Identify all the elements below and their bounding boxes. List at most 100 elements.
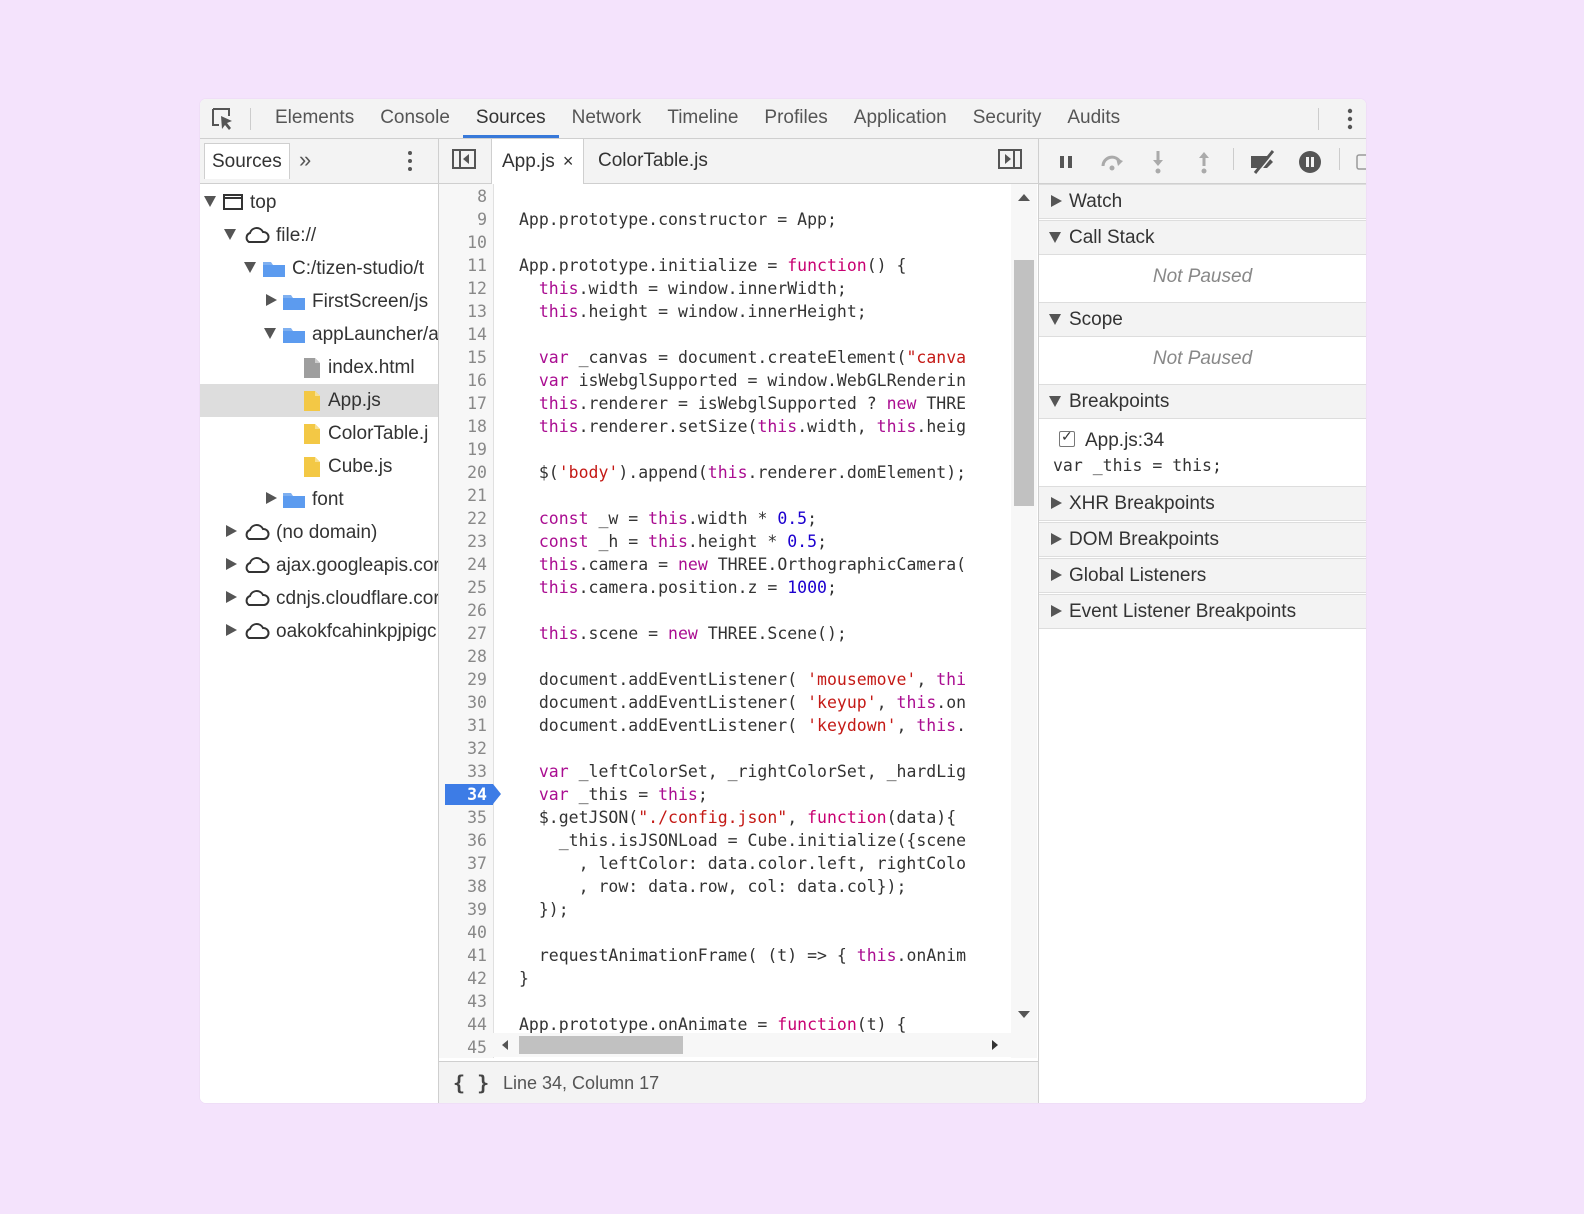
collapsed-triangle-icon[interactable] (226, 525, 237, 537)
line-number[interactable]: 22 (439, 507, 487, 530)
section-event-listener-breakpoints[interactable]: Event Listener Breakpoints (1039, 594, 1366, 629)
pretty-print-button[interactable]: { } (453, 1071, 489, 1095)
vertical-scroll-thumb[interactable] (1014, 260, 1034, 506)
collapsed-triangle-icon[interactable] (266, 492, 277, 504)
file-tab[interactable]: ColorTable.js (588, 139, 718, 183)
line-number[interactable]: 15 (439, 346, 487, 369)
line-number[interactable]: 10 (439, 231, 487, 254)
navigator-menu-icon[interactable] (405, 150, 415, 172)
section-global-listeners[interactable]: Global Listeners (1039, 558, 1366, 593)
step-into-icon[interactable] (1145, 149, 1171, 175)
breakpoint-checkbox[interactable] (1059, 428, 1075, 447)
step-over-icon[interactable] (1099, 149, 1125, 175)
section-call-stack[interactable]: Call Stack (1039, 220, 1366, 255)
toggle-debugger-button[interactable] (998, 149, 1022, 169)
tree-item[interactable]: top (200, 186, 438, 219)
scroll-up-arrow-icon[interactable] (1011, 190, 1037, 210)
line-number[interactable]: 20 (439, 461, 487, 484)
expanded-triangle-icon[interactable] (224, 229, 236, 240)
file-tab[interactable]: App.js × (491, 139, 585, 184)
navigator-tab-sources[interactable]: Sources (204, 143, 290, 179)
line-number[interactable]: 36 (439, 829, 487, 852)
tree-item[interactable]: (no domain) (200, 516, 438, 549)
tab-application[interactable]: Application (841, 99, 960, 138)
expanded-triangle-icon[interactable] (1049, 314, 1061, 325)
tree-item[interactable]: C:/tizen-studio/t (200, 252, 438, 285)
line-number[interactable]: 26 (439, 599, 487, 622)
line-number[interactable]: 11 (439, 254, 487, 277)
tab-elements[interactable]: Elements (262, 99, 367, 138)
tab-console[interactable]: Console (367, 99, 463, 138)
tab-network[interactable]: Network (559, 99, 655, 138)
line-number[interactable]: 29 (439, 668, 487, 691)
line-number[interactable]: 12 (439, 277, 487, 300)
code-view[interactable]: 8 9 10 11 12 13 14 15 16 17 18 19 20 21 22 23 24 25 26 27 28… (439, 184, 1011, 1058)
tree-item[interactable]: ColorTable.j (200, 417, 438, 450)
line-number[interactable]: 13 (439, 300, 487, 323)
line-number[interactable]: 45 (439, 1036, 487, 1058)
section-scope[interactable]: Scope (1039, 302, 1366, 337)
line-number[interactable]: 33 (439, 760, 487, 783)
line-number[interactable]: 37 (439, 852, 487, 875)
line-number[interactable]: 24 (439, 553, 487, 576)
line-number[interactable]: 35 (439, 806, 487, 829)
line-number[interactable]: 32 (439, 737, 487, 760)
line-number[interactable]: 25 (439, 576, 487, 599)
tree-item[interactable]: ajax.googleapis.cor (200, 549, 438, 582)
line-number[interactable]: 21 (439, 484, 487, 507)
collapsed-triangle-icon[interactable] (1051, 569, 1062, 581)
horizontal-scroll-thumb[interactable] (519, 1036, 683, 1054)
line-number[interactable]: 28 (439, 645, 487, 668)
close-tab-icon[interactable]: × (563, 151, 574, 171)
section-dom-breakpoints[interactable]: DOM Breakpoints (1039, 522, 1366, 557)
tab-security[interactable]: Security (960, 99, 1055, 138)
expanded-triangle-icon[interactable] (244, 262, 256, 273)
collapsed-triangle-icon[interactable] (1051, 497, 1062, 509)
scroll-right-arrow-icon[interactable] (983, 1033, 1003, 1057)
tree-item[interactable]: cdnjs.cloudflare.cor (200, 582, 438, 615)
expanded-triangle-icon[interactable] (1049, 396, 1061, 407)
line-number[interactable]: 17 (439, 392, 487, 415)
deactivate-breakpoints-icon[interactable] (1247, 149, 1281, 175)
scroll-down-arrow-icon[interactable] (1011, 1004, 1037, 1024)
editor-horizontal-scrollbar[interactable] (493, 1033, 1011, 1057)
line-number[interactable]: 34 (439, 783, 487, 806)
tree-item[interactable]: App.js (200, 384, 438, 417)
line-number[interactable]: 30 (439, 691, 487, 714)
collapsed-triangle-icon[interactable] (1051, 533, 1062, 545)
scroll-left-arrow-icon[interactable] (497, 1033, 517, 1057)
expanded-triangle-icon[interactable] (264, 328, 276, 339)
breakpoint-entry[interactable]: App.js:34 (1059, 428, 1164, 452)
toggle-navigator-button[interactable] (452, 149, 476, 169)
line-number[interactable]: 42 (439, 967, 487, 990)
line-number[interactable]: 9 (439, 208, 487, 231)
inspect-element-icon[interactable] (210, 106, 236, 132)
collapsed-triangle-icon[interactable] (226, 624, 237, 636)
section-watch[interactable]: Watch (1039, 184, 1366, 219)
collapsed-triangle-icon[interactable] (226, 558, 237, 570)
tree-item[interactable]: index.html (200, 351, 438, 384)
expanded-triangle-icon[interactable] (204, 196, 216, 207)
tab-timeline[interactable]: Timeline (654, 99, 751, 138)
line-number[interactable]: 18 (439, 415, 487, 438)
tree-item[interactable]: appLauncher/a (200, 318, 438, 351)
pause-on-exceptions-icon[interactable] (1297, 149, 1323, 175)
line-number-gutter[interactable]: 8 9 10 11 12 13 14 15 16 17 18 19 20 21 22 23 24 25 26 27 28… (439, 184, 501, 1058)
editor-vertical-scrollbar[interactable] (1011, 184, 1037, 1058)
tree-item[interactable]: Cube.js (200, 450, 438, 483)
line-number[interactable]: 41 (439, 944, 487, 967)
tree-item[interactable]: file:// (200, 219, 438, 252)
line-number[interactable]: 39 (439, 898, 487, 921)
line-number[interactable]: 43 (439, 990, 487, 1013)
line-number[interactable]: 44 (439, 1013, 487, 1036)
step-out-icon[interactable] (1191, 149, 1217, 175)
tab-audits[interactable]: Audits (1054, 99, 1133, 138)
line-number[interactable]: 8 (439, 185, 487, 208)
section-breakpoints[interactable]: Breakpoints (1039, 384, 1366, 419)
expanded-triangle-icon[interactable] (1049, 232, 1061, 243)
line-number[interactable]: 31 (439, 714, 487, 737)
collapsed-triangle-icon[interactable] (1051, 605, 1062, 617)
collapsed-triangle-icon[interactable] (1051, 195, 1062, 207)
tree-item[interactable]: oakokfcahinkpjpigc (200, 615, 438, 648)
async-checkbox-icon[interactable] (1355, 149, 1366, 175)
